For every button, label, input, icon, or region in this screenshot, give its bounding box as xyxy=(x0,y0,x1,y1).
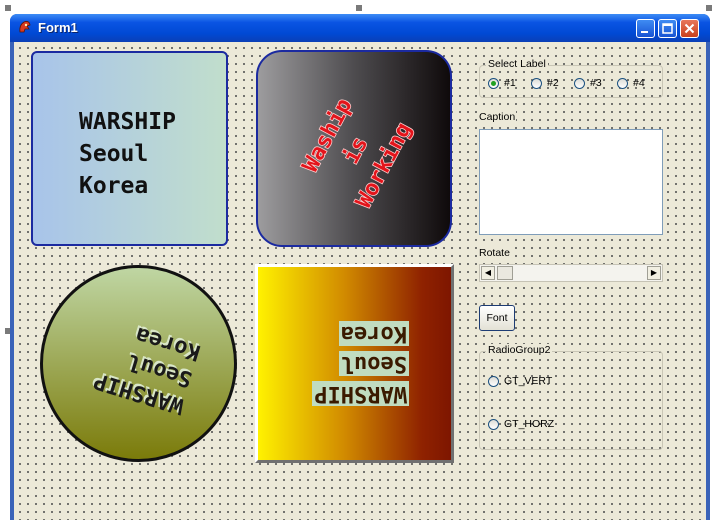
radio-label-3[interactable]: #3 xyxy=(574,77,602,89)
label-panel-bevel[interactable]: WARSHIP Seoul Korea xyxy=(255,264,454,463)
radio-button[interactable] xyxy=(488,375,499,387)
font-button[interactable]: Font xyxy=(479,305,515,331)
radio-label-text: GT_VERT xyxy=(504,375,553,387)
radio-label-4[interactable]: #4 xyxy=(617,77,645,89)
label-text-block: WARSHIP Seoul Korea xyxy=(258,267,451,460)
radio-label-text: #4 xyxy=(633,77,645,89)
resize-handle-top[interactable] xyxy=(355,4,363,12)
radio-label-text: GT_HORZ xyxy=(504,418,555,430)
label-line: Seoul xyxy=(79,141,149,167)
radio-label-2[interactable]: #2 xyxy=(531,77,559,89)
label-text-block: Waship is Working xyxy=(258,52,450,245)
title-bar[interactable] xyxy=(10,14,710,42)
radio-label-text: #2 xyxy=(547,77,559,89)
radio-gt-vert[interactable]: GT_VERT xyxy=(488,375,552,387)
scroll-left-arrow[interactable]: ◀ xyxy=(481,266,495,280)
minimize-button[interactable] xyxy=(636,19,655,38)
scroll-thumb[interactable] xyxy=(497,266,513,280)
radio-group-2: RadioGroup2 xyxy=(479,344,663,450)
radio-button[interactable] xyxy=(617,77,628,89)
label-panel-rounded[interactable]: Waship is Working xyxy=(256,50,452,247)
window-title: Form1 xyxy=(38,20,78,35)
label-line: Seoul xyxy=(338,351,409,377)
maximize-button[interactable] xyxy=(658,19,677,38)
resize-handle-top-left[interactable] xyxy=(4,4,12,12)
label-text-block: WARSHIP Seoul Korea xyxy=(79,106,176,202)
radio-label-1[interactable]: #1 xyxy=(488,77,516,89)
scroll-right-arrow[interactable]: ▶ xyxy=(647,266,661,280)
resize-handle-top-right[interactable] xyxy=(705,4,713,12)
radio-button[interactable] xyxy=(531,77,542,89)
label-panel-circle[interactable]: WARSHIP Seoul Korea xyxy=(40,265,237,462)
close-button[interactable] xyxy=(680,19,699,38)
label-line: WARSHIP xyxy=(312,381,409,407)
rotate-label: Rotate xyxy=(478,247,511,259)
radio-label-text: #3 xyxy=(590,77,602,89)
caption-label: Caption xyxy=(478,111,517,123)
app-icon xyxy=(19,21,31,33)
rotate-scrollbar[interactable]: ◀ ▶ xyxy=(479,264,663,282)
radio-button-selected[interactable] xyxy=(488,77,499,89)
radio-button[interactable] xyxy=(488,418,499,430)
radio-gt-horz[interactable]: GT_HORZ xyxy=(488,418,554,430)
label-text-block: WARSHIP Seoul Korea xyxy=(43,268,234,459)
radio-label-text: #1 xyxy=(504,77,516,89)
maximize-icon xyxy=(662,23,673,34)
label-line: Korea xyxy=(338,321,409,347)
label-panel-square[interactable]: WARSHIP Seoul Korea xyxy=(31,51,228,246)
radio-group-2-title: RadioGroup2 xyxy=(486,344,553,356)
caption-memo[interactable] xyxy=(479,129,663,235)
select-label-title: Select Label xyxy=(486,58,548,70)
radio-button[interactable] xyxy=(574,77,585,89)
label-line: WARSHIP xyxy=(79,109,176,135)
close-icon xyxy=(684,23,695,34)
label-line: Korea xyxy=(79,173,149,199)
minimize-icon xyxy=(641,31,648,33)
